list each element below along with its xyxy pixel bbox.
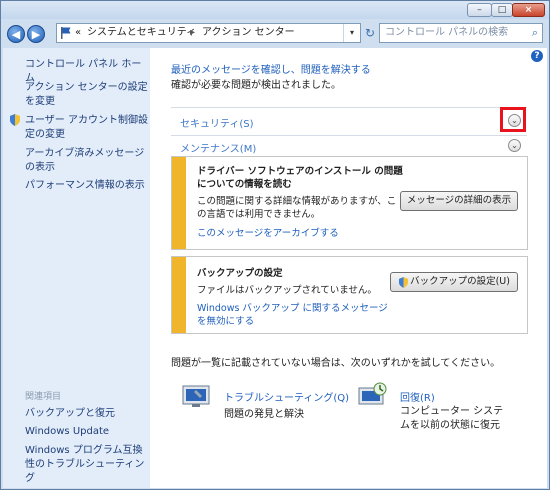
action-center-window: – □ × ◀ ▶ « システムとセキュリティ ▸ アクション センター ▾ ↻… <box>0 0 550 490</box>
maintenance-section[interactable]: メンテナンス(M) ⌄ <box>171 135 527 156</box>
security-section[interactable]: セキュリティ(S) ⌄ <box>171 107 527 136</box>
sidebar-item-uac-settings[interactable]: ユーザー アカウント制御設定の変更 <box>25 114 150 142</box>
warning-bar <box>172 157 186 249</box>
search-placeholder: コントロール パネルの検索 <box>385 27 509 38</box>
maximize-button[interactable]: □ <box>491 3 513 17</box>
navigation-bar: ◀ ▶ « システムとセキュリティ ▸ アクション センター ▾ ↻ コントロー… <box>1 19 549 48</box>
sidebar-item-windows-update[interactable]: Windows Update <box>25 425 150 439</box>
content-area: コントロール パネル ホーム アクション センターの設定を変更 ユーザー アカウ… <box>3 48 547 488</box>
flag-icon <box>61 27 71 39</box>
sidebar-item-compatibility-troubleshooting[interactable]: Windows プログラム互換性のトラブルシューティング <box>25 444 150 486</box>
minimize-button[interactable]: – <box>467 3 492 17</box>
maintenance-label[interactable]: メンテナンス(M) <box>180 140 256 155</box>
warning-bar <box>172 257 186 333</box>
troubleshooting-link[interactable]: トラブルシューティング(Q) <box>224 389 349 404</box>
shield-icon <box>399 277 408 288</box>
sidebar: コントロール パネル ホーム アクション センターの設定を変更 ユーザー アカウ… <box>3 48 150 488</box>
issues-detected-text: 確認が必要な問題が検出されました。 <box>171 80 341 91</box>
backup-message-card: バックアップの設定 ファイルはバックアップされていません。 Windows バッ… <box>171 256 528 334</box>
shield-icon <box>10 114 20 126</box>
sidebar-item-performance-info[interactable]: パフォーマンス情報の表示 <box>25 179 150 193</box>
backup-settings-button[interactable]: バックアップの設定(U) <box>390 272 518 292</box>
breadcrumb-action-center[interactable]: アクション センター <box>202 24 295 42</box>
breadcrumb-system-security[interactable]: システムとセキュリティ <box>87 24 196 42</box>
footer-suggestion-text: 問題が一覧に記載されていない場合は、次のいずれかを試してください。 <box>171 358 501 369</box>
title-bar: – □ × <box>1 1 549 19</box>
forward-button[interactable]: ▶ <box>27 25 45 43</box>
review-messages-link[interactable]: 最近のメッセージを確認し、問題を解決する <box>171 61 371 76</box>
address-dropdown-icon[interactable]: ▾ <box>343 24 360 42</box>
driver-card-body: この問題に関する詳細な情報がありますが、この言語では利用できません。 <box>197 196 397 220</box>
sidebar-item-archived-messages[interactable]: アーカイブ済みメッセージの表示 <box>25 147 150 175</box>
address-bar[interactable]: « システムとセキュリティ ▸ アクション センター ▾ <box>56 23 361 43</box>
main-panel: ? 最近のメッセージを確認し、問題を解決する 確認が必要な問題が検出されました。… <box>150 48 547 488</box>
troubleshooting-desc: 問題の発見と解決 <box>224 409 304 420</box>
breadcrumb-separator-icon[interactable]: ▸ <box>190 24 195 42</box>
view-message-details-button[interactable]: メッセージの詳細の表示 <box>400 191 518 211</box>
help-icon[interactable]: ? <box>531 50 543 62</box>
refresh-icon[interactable]: ↻ <box>362 24 378 42</box>
maintenance-expand-chevron-icon[interactable]: ⌄ <box>508 139 521 152</box>
search-input[interactable]: コントロール パネルの検索 ⌕ <box>379 23 543 43</box>
backup-card-title: バックアップの設定 <box>197 268 283 279</box>
recovery-link[interactable]: 回復(R) <box>400 389 435 404</box>
driver-card-title: ドライバー ソフトウェアのインストール の問題についての情報を読む <box>197 166 403 190</box>
close-button[interactable]: × <box>512 3 545 17</box>
driver-message-card: ドライバー ソフトウェアのインストール の問題についての情報を読む この問題に関… <box>171 156 528 250</box>
related-header: 関連項目 <box>25 392 62 402</box>
troubleshooting-icon[interactable] <box>182 384 212 410</box>
breadcrumb-overflow[interactable]: « <box>75 24 81 42</box>
recovery-icon[interactable] <box>358 382 388 408</box>
back-button[interactable]: ◀ <box>7 25 25 43</box>
backup-settings-label: バックアップの設定(U) <box>410 276 510 287</box>
recovery-desc: コンピューター システムを以前の状態に復元 <box>400 406 504 431</box>
archive-message-link[interactable]: このメッセージをアーカイブする <box>197 227 339 240</box>
sidebar-item-backup-restore[interactable]: バックアップと復元 <box>25 407 150 421</box>
security-label[interactable]: セキュリティ(S) <box>180 115 254 130</box>
sidebar-item-change-action-center-settings[interactable]: アクション センターの設定を変更 <box>25 81 150 109</box>
highlight-box <box>500 107 526 132</box>
search-icon[interactable]: ⌕ <box>532 24 538 42</box>
backup-card-body: ファイルはバックアップされていません。 <box>197 285 377 296</box>
disable-backup-messages-link[interactable]: Windows バックアップ に関するメッセージを無効にする <box>197 302 397 328</box>
